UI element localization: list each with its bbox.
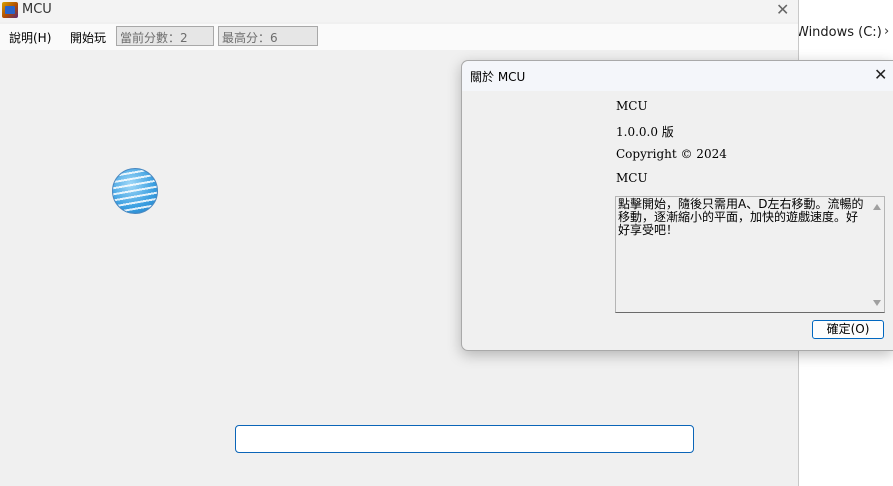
menu-bar: 說明(H) 開始玩 當前分數：2 最高分：6 [0,24,798,50]
high-score-box: 最高分：6 [218,26,318,46]
company-label: MCU [616,171,648,185]
about-dialog: 關於 MCU ✕ MCU 1.0.0.0 版 Copyright © 2024 … [461,60,893,351]
drive-address-label[interactable]: Windows (C:) [796,25,882,40]
copyright-label: Copyright © 2024 [616,147,727,161]
version-label: 1.0.0.0 版 [616,125,674,139]
description-scrollbar[interactable] [870,197,884,312]
current-score-box: 當前分數：2 [116,26,214,46]
dialog-close-icon[interactable]: ✕ [874,65,887,84]
scroll-down-icon[interactable] [873,300,881,306]
game-ball [112,168,158,214]
app-icon [2,2,18,18]
title-bar: MCU ✕ [0,0,798,22]
dialog-title-bar: 關於 MCU ✕ [462,61,893,91]
product-name: MCU [616,99,648,113]
description-textbox[interactable]: 點擊開始，隨後只需用A、D左右移動。流暢的移動，逐漸縮小的平面，加快的遊戲速度。… [615,196,885,313]
menu-start[interactable]: 開始玩 [70,29,106,46]
scroll-up-icon[interactable] [873,204,881,210]
close-icon[interactable]: ✕ [776,0,789,19]
window-title: MCU [22,2,52,17]
description-text: 點擊開始，隨後只需用A、D左右移動。流暢的移動，逐漸縮小的平面，加快的遊戲速度。… [618,197,864,237]
game-paddle[interactable] [235,425,694,453]
ok-button[interactable]: 確定(O) [812,320,884,339]
menu-help[interactable]: 說明(H) [9,29,51,46]
chevron-right-icon[interactable]: › [884,24,889,39]
dialog-title: 關於 MCU [470,70,526,84]
